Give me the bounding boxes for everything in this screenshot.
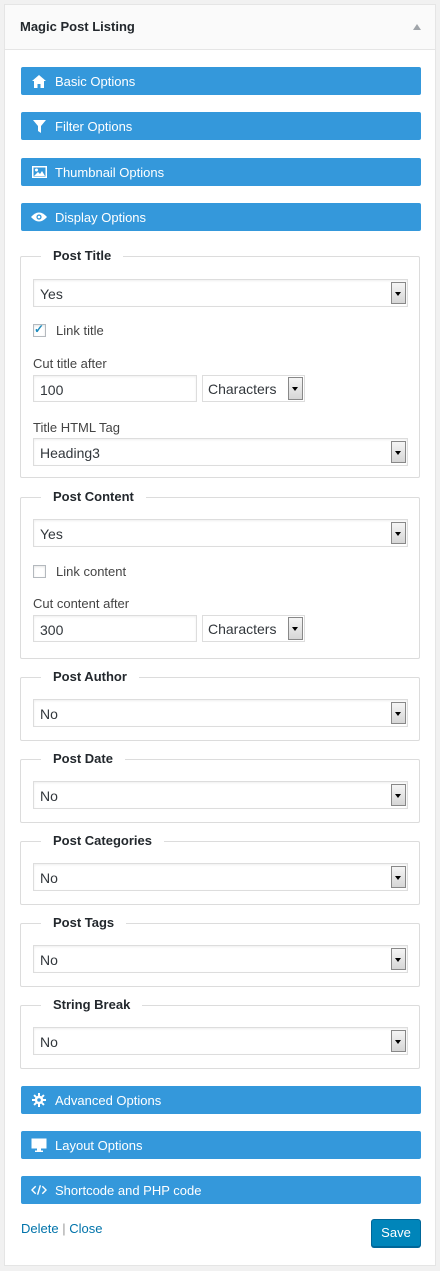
dropdown-arrow-icon[interactable] bbox=[288, 617, 303, 640]
fieldset-legend: Post Date bbox=[41, 751, 125, 766]
action-separator: | bbox=[62, 1221, 66, 1236]
widget-title: Magic Post Listing bbox=[20, 19, 135, 34]
dropdown-arrow-icon[interactable] bbox=[391, 866, 406, 888]
post-content-select[interactable]: Yes bbox=[33, 519, 408, 547]
monitor-icon bbox=[31, 1137, 47, 1153]
cut-content-label: Cut content after bbox=[33, 596, 130, 611]
widget-panel: Magic Post Listing Basic Options Filter … bbox=[4, 4, 436, 1266]
select-value: Characters bbox=[208, 621, 277, 637]
fieldset-legend: Post Categories bbox=[41, 833, 164, 848]
link-content-checkbox[interactable] bbox=[33, 565, 46, 578]
select-value: No bbox=[40, 1034, 58, 1050]
eye-icon bbox=[31, 209, 47, 225]
dropdown-arrow-icon[interactable] bbox=[288, 377, 303, 400]
filter-icon bbox=[31, 118, 47, 134]
select-value: Yes bbox=[40, 286, 63, 302]
section-thumbnail-options[interactable]: Thumbnail Options bbox=[21, 158, 421, 186]
cut-title-unit-select[interactable]: Characters bbox=[202, 375, 305, 402]
cut-content-input[interactable]: 300 bbox=[33, 615, 197, 642]
section-label: Advanced Options bbox=[55, 1093, 162, 1108]
string-break-select[interactable]: No bbox=[33, 1027, 408, 1055]
title-html-tag-select[interactable]: Heading3 bbox=[33, 438, 408, 466]
dropdown-arrow-icon[interactable] bbox=[391, 1030, 406, 1052]
cut-title-input[interactable]: 100 bbox=[33, 375, 197, 402]
dropdown-arrow-icon[interactable] bbox=[391, 702, 406, 724]
fieldset-legend: Post Author bbox=[41, 669, 139, 684]
section-label: Display Options bbox=[55, 210, 147, 225]
select-value: No bbox=[40, 870, 58, 886]
link-title-label: Link title bbox=[56, 323, 104, 338]
image-icon bbox=[31, 164, 47, 180]
post-categories-select[interactable]: No bbox=[33, 863, 408, 891]
post-date-select[interactable]: No bbox=[33, 781, 408, 809]
fieldset-legend: Post Content bbox=[41, 489, 146, 504]
select-value: No bbox=[40, 788, 58, 804]
post-date-fieldset: Post Date No bbox=[20, 751, 420, 823]
post-title-select[interactable]: Yes bbox=[33, 279, 408, 307]
input-value: 300 bbox=[40, 622, 64, 638]
fieldset-legend: Post Tags bbox=[41, 915, 127, 930]
post-title-fieldset: Post Title Yes Link title Cut title afte… bbox=[20, 248, 420, 478]
delete-link[interactable]: Delete bbox=[21, 1221, 59, 1236]
dropdown-arrow-icon[interactable] bbox=[391, 522, 406, 544]
cut-content-unit-select[interactable]: Characters bbox=[202, 615, 305, 642]
dropdown-arrow-icon[interactable] bbox=[391, 784, 406, 806]
select-value: No bbox=[40, 706, 58, 722]
title-html-tag-label: Title HTML Tag bbox=[33, 420, 120, 435]
select-value: Characters bbox=[208, 381, 277, 397]
section-filter-options[interactable]: Filter Options bbox=[21, 112, 421, 140]
post-categories-fieldset: Post Categories No bbox=[20, 833, 420, 905]
post-content-fieldset: Post Content Yes Link content Cut conten… bbox=[20, 489, 420, 659]
widget-actions: Delete | Close bbox=[21, 1221, 102, 1236]
link-content-label: Link content bbox=[56, 564, 127, 579]
link-title-checkbox[interactable] bbox=[33, 322, 46, 337]
section-advanced-options[interactable]: Advanced Options bbox=[21, 1086, 421, 1114]
section-label: Shortcode and PHP code bbox=[55, 1183, 202, 1198]
gear-icon bbox=[31, 1092, 47, 1108]
section-display-options[interactable]: Display Options bbox=[21, 203, 421, 231]
section-shortcode-php[interactable]: Shortcode and PHP code bbox=[21, 1176, 421, 1204]
section-layout-options[interactable]: Layout Options bbox=[21, 1131, 421, 1159]
close-link[interactable]: Close bbox=[69, 1221, 102, 1236]
code-icon bbox=[31, 1182, 47, 1198]
dropdown-arrow-icon[interactable] bbox=[391, 948, 406, 970]
section-label: Filter Options bbox=[55, 119, 133, 134]
collapse-arrow-icon[interactable] bbox=[413, 24, 421, 30]
post-author-select[interactable]: No bbox=[33, 699, 408, 727]
save-button[interactable]: Save bbox=[371, 1219, 421, 1247]
widget-header[interactable]: Magic Post Listing bbox=[5, 5, 435, 50]
section-label: Thumbnail Options bbox=[55, 165, 165, 180]
fieldset-legend: String Break bbox=[41, 997, 143, 1012]
select-value: Heading3 bbox=[40, 445, 100, 461]
post-tags-select[interactable]: No bbox=[33, 945, 408, 973]
select-value: No bbox=[40, 952, 58, 968]
post-author-fieldset: Post Author No bbox=[20, 669, 420, 741]
dropdown-arrow-icon[interactable] bbox=[391, 282, 406, 304]
section-label: Basic Options bbox=[55, 74, 136, 89]
home-icon bbox=[31, 73, 47, 89]
input-value: 100 bbox=[40, 382, 64, 398]
section-label: Layout Options bbox=[55, 1138, 143, 1153]
string-break-fieldset: String Break No bbox=[20, 997, 420, 1069]
fieldset-legend: Post Title bbox=[41, 248, 124, 263]
select-value: Yes bbox=[40, 526, 63, 542]
cut-title-label: Cut title after bbox=[33, 356, 107, 371]
section-basic-options[interactable]: Basic Options bbox=[21, 67, 421, 95]
post-tags-fieldset: Post Tags No bbox=[20, 915, 420, 987]
dropdown-arrow-icon[interactable] bbox=[391, 441, 406, 463]
